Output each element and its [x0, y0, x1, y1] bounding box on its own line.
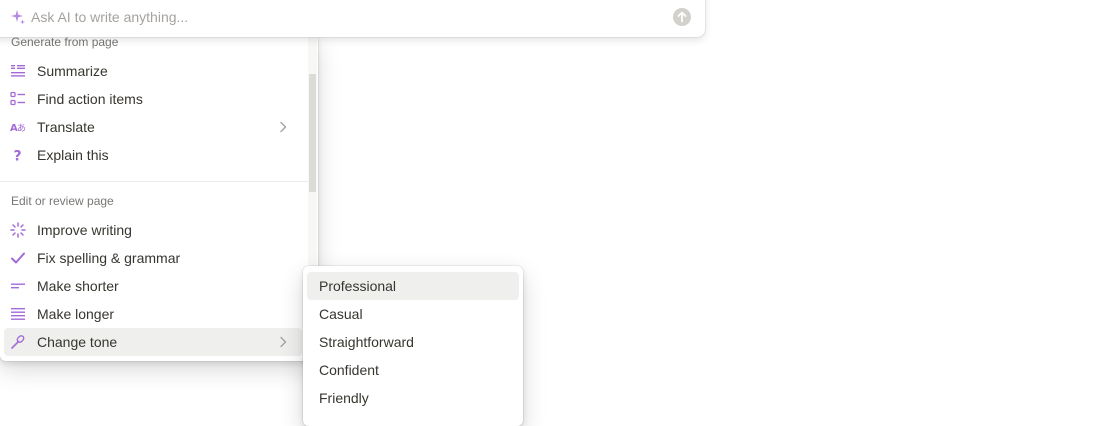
- tone-option-casual[interactable]: Casual: [307, 300, 519, 328]
- menu-divider: [0, 181, 308, 182]
- microphone-pen-icon: [11, 335, 25, 349]
- tone-option-label: Professional: [319, 278, 397, 294]
- ai-prompt-input[interactable]: Ask AI to write anything...: [31, 8, 188, 26]
- sparkle-icon: [11, 10, 25, 25]
- svg-text:あ: あ: [17, 123, 26, 134]
- menu-item-label: Explain this: [37, 147, 109, 163]
- section-label-generate: Generate from page: [11, 36, 119, 49]
- short-lines-icon: [11, 283, 25, 289]
- menu-item-make-shorter[interactable]: Make shorter: [4, 272, 302, 300]
- svg-text:?: ?: [14, 149, 22, 164]
- menu-item-change-tone[interactable]: Change tone: [4, 328, 302, 356]
- menu-item-improve-writing[interactable]: Improve writing: [4, 216, 302, 244]
- section-label-edit: Edit or review page: [11, 194, 114, 208]
- checkmark-icon: [11, 252, 25, 264]
- tone-option-label: Casual: [319, 306, 363, 322]
- menu-item-label: Make longer: [37, 306, 115, 322]
- menu-item-label: Improve writing: [37, 222, 132, 238]
- tone-option-professional[interactable]: Professional: [307, 272, 519, 300]
- chevron-right-icon: [280, 336, 287, 348]
- summary-lines-icon: [11, 65, 25, 77]
- long-lines-icon: [11, 308, 25, 320]
- menu-item-make-longer[interactable]: Make longer: [4, 300, 302, 328]
- translate-icon: A あ: [10, 123, 26, 134]
- tone-option-label: Confident: [319, 362, 379, 378]
- menu-item-label: Summarize: [37, 63, 108, 79]
- menu-item-fix-spelling-grammar[interactable]: Fix spelling & grammar: [4, 244, 302, 272]
- menu-item-label: Find action items: [37, 91, 143, 107]
- scrollbar-thumb[interactable]: [309, 74, 316, 192]
- question-mark-icon: ?: [14, 149, 22, 164]
- checklist-icon: [10, 91, 25, 106]
- tone-option-straightforward[interactable]: Straightforward: [307, 328, 519, 356]
- sparkle-burst-icon: [10, 222, 26, 238]
- menu-item-translate[interactable]: A あ Translate: [4, 113, 302, 141]
- menu-item-label: Translate: [37, 119, 95, 135]
- tone-option-confident[interactable]: Confident: [307, 356, 519, 384]
- arrow-up-circle-icon[interactable]: [673, 8, 691, 26]
- menu-item-explain-this[interactable]: ? Explain this: [4, 141, 302, 169]
- menu-item-summarize[interactable]: Summarize: [4, 57, 302, 85]
- menu-item-label: Fix spelling & grammar: [37, 250, 181, 266]
- ai-actions-menu: Generate from page Summarize Find action…: [0, 36, 318, 361]
- tone-option-label: Straightforward: [319, 334, 414, 350]
- chevron-right-icon: [280, 121, 287, 133]
- tone-submenu: Professional Casual Straightforward Conf…: [303, 266, 523, 426]
- menu-item-find-action-items[interactable]: Find action items: [4, 85, 302, 113]
- ai-prompt-bar[interactable]: Ask AI to write anything...: [0, 0, 705, 37]
- menu-item-label: Make shorter: [37, 278, 119, 294]
- menu-item-label: Change tone: [37, 334, 118, 350]
- tone-option-label: Friendly: [319, 390, 369, 406]
